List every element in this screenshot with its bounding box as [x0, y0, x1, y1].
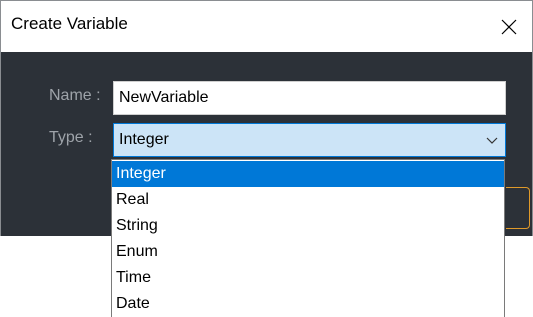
dialog-title: Create Variable [11, 14, 128, 33]
name-input[interactable] [113, 81, 506, 115]
dropdown-option-string[interactable]: String [112, 213, 504, 239]
screen: Create Variable Name : Type : Integer In… [0, 0, 533, 317]
type-label: Type : [49, 129, 93, 146]
title-bar: Create Variable [1, 0, 532, 52]
dropdown-option-date[interactable]: Date [112, 291, 504, 317]
dropdown-option-integer[interactable]: Integer [112, 161, 504, 187]
type-dropdown-list: Integer Real String Enum Time Date [111, 159, 505, 317]
dropdown-option-enum[interactable]: Enum [112, 239, 504, 265]
dropdown-option-time[interactable]: Time [112, 265, 504, 291]
chevron-down-icon [486, 137, 498, 144]
partially-hidden-button[interactable] [506, 187, 530, 229]
dropdown-option-real[interactable]: Real [112, 187, 504, 213]
close-icon [501, 19, 517, 34]
close-button[interactable] [486, 1, 532, 52]
type-select[interactable]: Integer [113, 123, 506, 157]
name-label: Name : [49, 87, 101, 104]
type-select-value: Integer [119, 131, 169, 148]
